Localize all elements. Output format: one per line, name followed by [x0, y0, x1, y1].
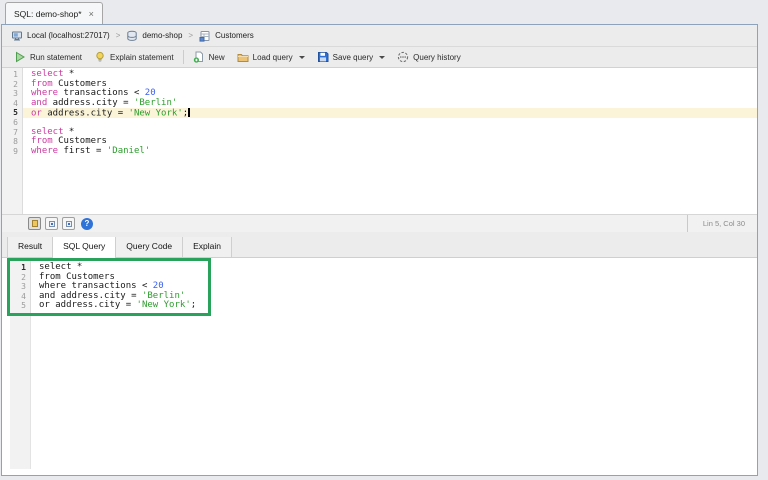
line-number: 8 — [13, 137, 18, 147]
close-icon[interactable]: × — [89, 9, 94, 19]
server-icon — [11, 30, 23, 42]
help-icon[interactable]: ? — [81, 217, 93, 230]
database-icon — [126, 30, 138, 42]
query-history-button[interactable]: Query history — [391, 48, 467, 66]
breadcrumb-item-local-localhost-27017-[interactable]: Local (localhost:27017) — [11, 30, 110, 42]
history-icon — [397, 51, 409, 63]
run-icon — [14, 51, 26, 63]
editor-line-numbers: 123456789 — [2, 68, 23, 214]
tab-explain[interactable]: Explain — [183, 237, 233, 257]
breadcrumb-item-demo-shop[interactable]: demo-shop — [126, 30, 182, 42]
line-number: 6 — [13, 117, 18, 127]
tab-query-code[interactable]: Query Code — [116, 237, 184, 257]
line-number: 1 — [21, 263, 26, 272]
editor-option-icon-3[interactable] — [62, 217, 75, 230]
breadcrumb: Local (localhost:27017) > demo-shop > Custom… — [2, 25, 757, 47]
cursor-position-status: Lin 5, Col 30 — [687, 215, 757, 232]
explain-statement-button[interactable]: Explain statement — [88, 48, 180, 66]
line-number: 4 — [21, 291, 26, 301]
code-line: and address.city = 'Berlin' — [31, 97, 178, 108]
chevron-down-icon[interactable] — [379, 55, 386, 59]
line-number: 3 — [21, 282, 26, 292]
tab-result[interactable]: Result — [7, 237, 54, 257]
breadcrumb-separator: > — [115, 31, 121, 40]
code-line: or address.city = 'New York'; — [23, 108, 757, 119]
code-line: select * — [31, 69, 75, 79]
new-document-icon — [193, 51, 205, 63]
line-number: 7 — [13, 127, 18, 137]
editor-status-bar: ? Lin 5, Col 30 — [2, 214, 757, 232]
tab-bar: SQL: demo-shop* × — [0, 0, 768, 24]
breadcrumb-item-customers[interactable]: Customers — [199, 30, 254, 42]
line-number: 2 — [21, 272, 26, 282]
folder-icon — [237, 51, 249, 63]
run-statement-button[interactable]: Run statement — [8, 48, 88, 66]
query-toolbar: Run statement Explain statement New Load qu… — [2, 47, 757, 68]
result-tab-bar: Result SQL Query Query Code Explain — [2, 237, 757, 258]
line-number: 2 — [13, 79, 18, 89]
tab-sql-demo-shop[interactable]: SQL: demo-shop* × — [5, 2, 103, 24]
line-number: 5 — [13, 108, 18, 118]
highlighted-query-box[interactable]: 12345 select * from Customers where transa… — [7, 258, 212, 316]
editor-option-icon-2[interactable] — [45, 217, 58, 230]
new-button[interactable]: New — [187, 48, 231, 66]
tab-title: SQL: demo-shop* — [14, 8, 82, 19]
load-query-button[interactable]: Load query — [231, 48, 311, 66]
query-line-numbers: 12345 — [10, 261, 31, 313]
toolbar-separator — [182, 50, 184, 64]
save-icon — [317, 51, 329, 63]
line-number: 1 — [13, 70, 18, 79]
sql-editor[interactable]: 123456789 select * from Customers where tr… — [2, 68, 757, 214]
line-number: 3 — [13, 89, 18, 99]
code-line: where first = 'Daniel' — [31, 145, 151, 156]
text-cursor — [188, 108, 190, 118]
line-number: 9 — [13, 146, 18, 156]
line-number: 5 — [21, 301, 26, 311]
chevron-down-icon[interactable] — [298, 55, 305, 59]
app-frame: Local (localhost:27017) > demo-shop > Custom… — [1, 24, 758, 476]
bulb-icon — [94, 51, 106, 63]
save-query-button[interactable]: Save query — [311, 48, 391, 66]
collection-icon — [199, 30, 211, 42]
breadcrumb-separator: > — [188, 31, 194, 40]
editor-code[interactable]: select * from Customers where transactions… — [23, 68, 757, 214]
line-number: 4 — [13, 98, 18, 108]
editor-option-icon-1[interactable] — [28, 217, 41, 230]
code-line: select * — [31, 126, 75, 137]
sql-query-panel: 12345 select * from Customers where transa… — [2, 258, 757, 475]
query-code: select * from Customers where transactions… — [31, 261, 208, 313]
tab-sql-query[interactable]: SQL Query — [53, 237, 117, 258]
code-line: or address.city = 'New York'; — [39, 300, 197, 311]
